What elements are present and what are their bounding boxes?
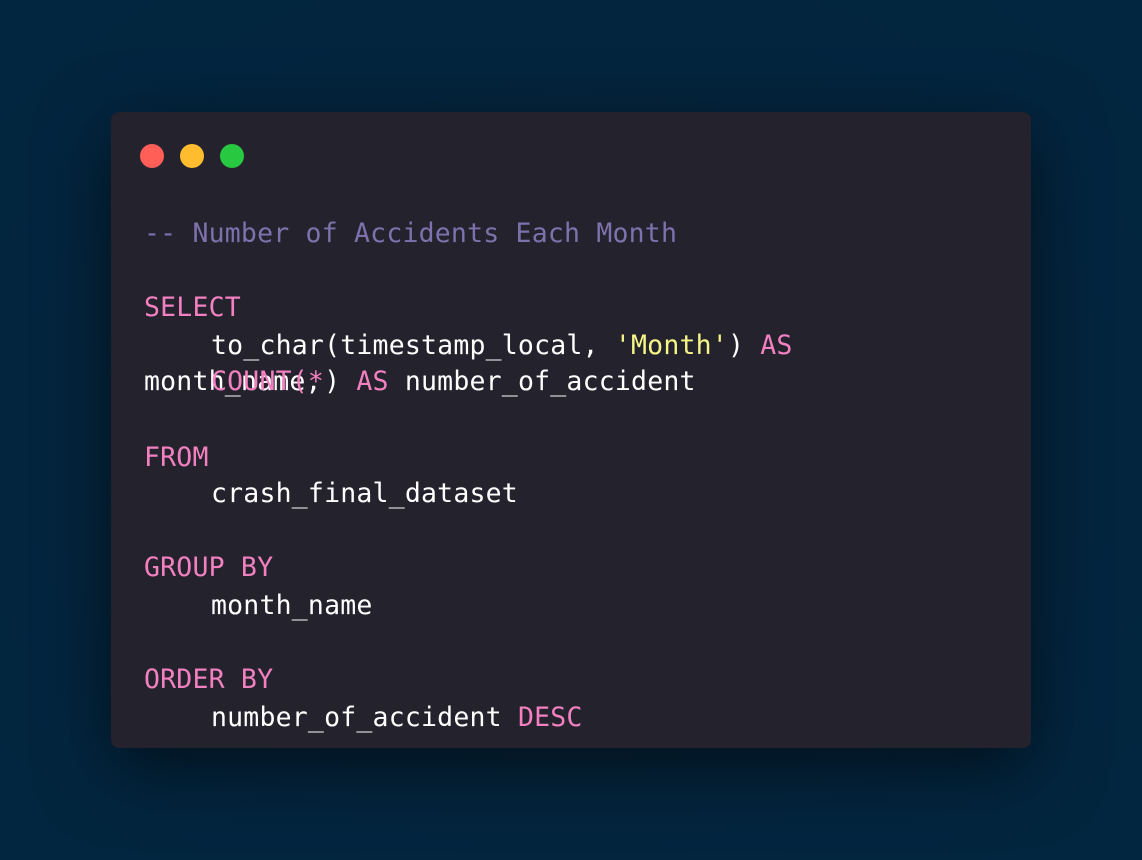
code-group-column: month_name [211, 590, 373, 621]
code-from-line: FROM [144, 440, 209, 476]
code-count-alias: number_of_accident [388, 366, 696, 397]
keyword-count: COUNT(* [211, 366, 325, 397]
keyword-select: SELECT [144, 292, 241, 323]
keyword-group-by: GROUP BY [144, 552, 274, 583]
code-group-by-line: GROUP BY [144, 550, 273, 586]
keyword-order-by: ORDER BY [144, 664, 274, 695]
keyword-desc: DESC [517, 702, 583, 733]
keyword-as: AS [760, 330, 793, 361]
code-order-by-line: ORDER BY [144, 662, 273, 698]
code-block: -- Number of Accidents Each Month SELECT… [144, 112, 1031, 748]
code-comment-line: -- Number of Accidents Each Month [144, 216, 677, 252]
code-select-line: SELECT [144, 290, 241, 326]
code-window: -- Number of Accidents Each Month SELECT… [111, 112, 1031, 748]
keyword-as: AS [356, 366, 389, 397]
keyword-from: FROM [144, 442, 209, 473]
code-paren-close: ) [727, 330, 761, 361]
code-order-column-line: number_of_accident DESC [211, 700, 583, 736]
code-comment: -- Number of Accidents Each Month [144, 218, 678, 249]
code-group-column-line: month_name [211, 588, 373, 624]
code-to-char-line: to_char(timestamp_local, 'Month') AS [211, 328, 793, 364]
code-count-line: COUNT(*) AS number_of_accident [211, 364, 696, 400]
code-paren-close: ) [324, 366, 357, 397]
code-order-column: number_of_accident [211, 702, 518, 733]
string-month: 'Month' [614, 330, 728, 361]
code-table-name: crash_final_dataset [211, 478, 518, 509]
code-to-char-call: to_char(timestamp_local, [211, 330, 615, 361]
code-table-line: crash_final_dataset [211, 476, 518, 512]
